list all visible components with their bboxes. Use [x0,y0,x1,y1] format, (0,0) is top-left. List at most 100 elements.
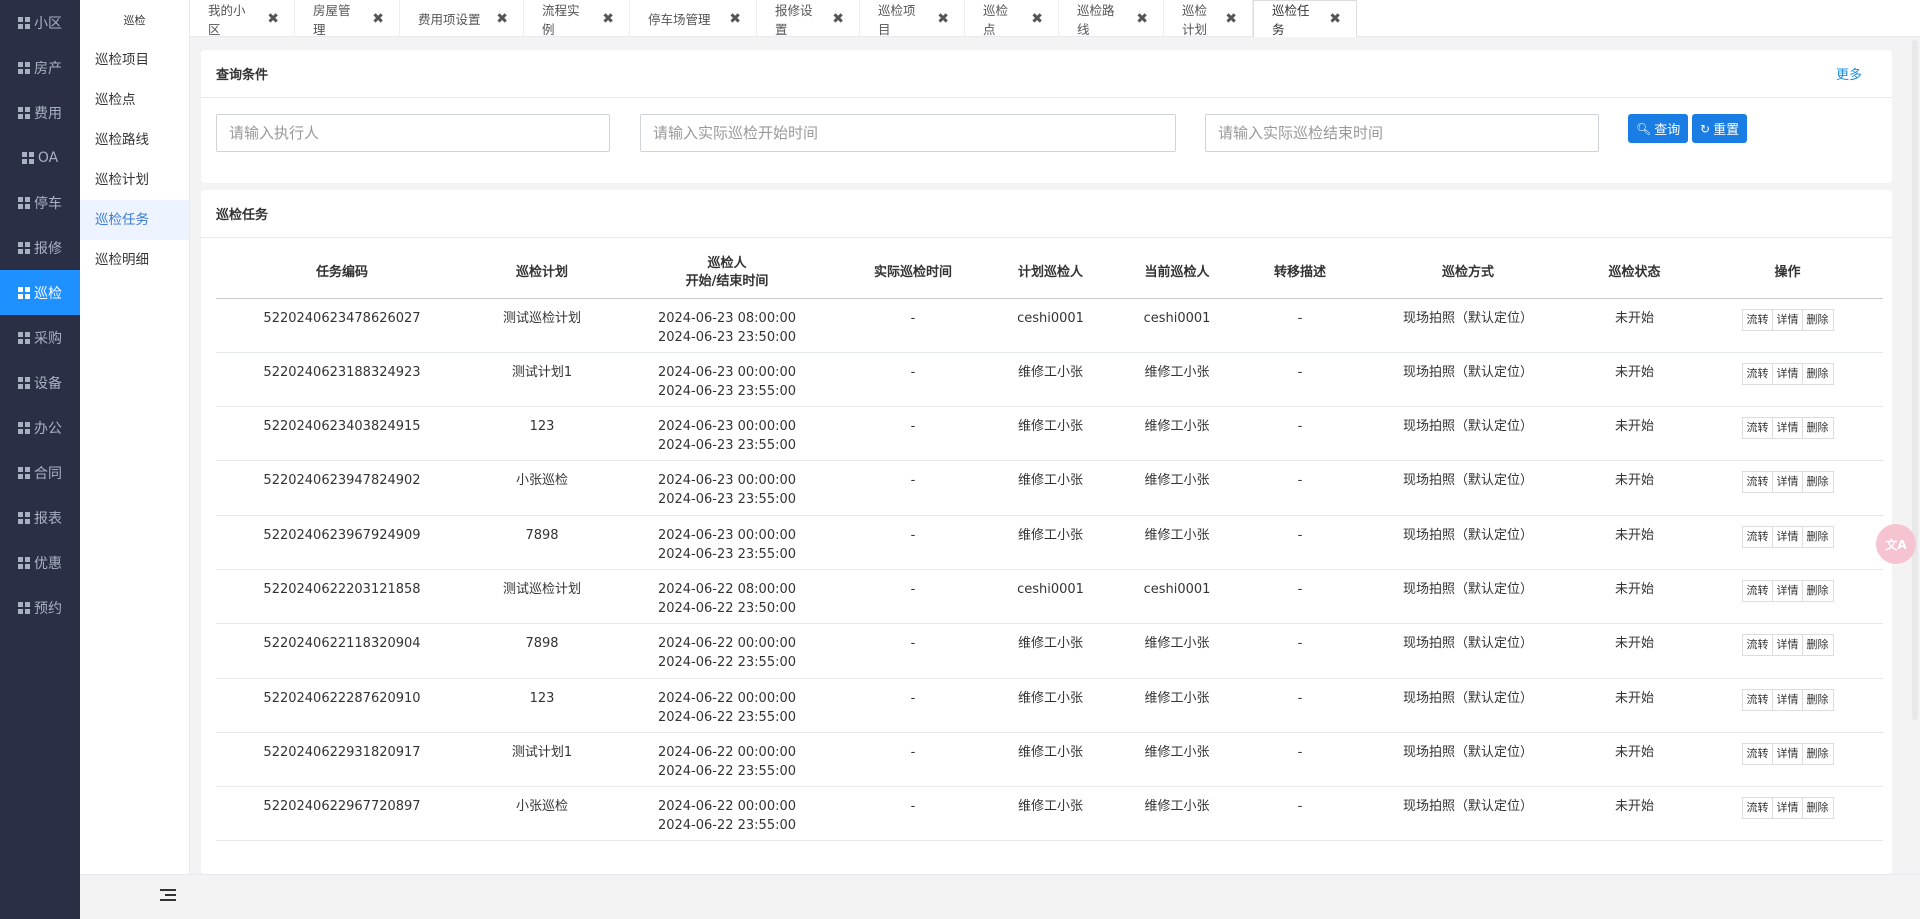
close-icon[interactable]: ✖ [1031,11,1043,27]
tab[interactable]: 费用项设置 ✖ [400,0,524,37]
sub-nav: 巡检 巡检项目 巡检点 巡检路线 巡检计划 巡检任务 巡检明细 [80,0,190,874]
tab[interactable]: 流程实例 ✖ [524,0,630,37]
sub-nav-item[interactable]: 巡检路线 [80,120,189,160]
transfer-button[interactable]: 流转 [1741,417,1774,440]
transfer-button[interactable]: 流转 [1741,634,1774,657]
tab[interactable]: 巡检路线 ✖ [1059,0,1164,37]
tab[interactable]: 巡检计划 ✖ [1164,0,1253,37]
transfer-button[interactable]: 流转 [1741,525,1774,548]
delete-button[interactable]: 删除 [1801,634,1834,657]
sub-nav-item[interactable]: 巡检明细 [80,240,189,280]
nav-item-label: 优惠 [34,555,62,572]
cell-actions: 流转 详情 删除 [1692,623,1883,679]
cell-start: 2024-06-22 00:00:00 [657,744,797,760]
close-icon[interactable]: ✖ [1329,11,1341,27]
close-icon[interactable]: ✖ [1225,11,1237,27]
close-icon[interactable]: ✖ [372,11,384,27]
cell-actual: - [838,786,988,842]
cell-end: 2024-06-22 23:55:00 [657,818,797,834]
sub-nav-item[interactable]: 巡检任务 [80,200,189,240]
nav-item-label: 费用 [34,105,62,122]
tab[interactable]: 巡检项目 ✖ [860,0,965,37]
more-link[interactable]: 更多 [1836,64,1862,83]
delete-button[interactable]: 删除 [1801,688,1834,711]
nav-item[interactable]: 办公 [0,405,80,450]
transfer-button[interactable]: 流转 [1741,471,1774,494]
delete-button[interactable]: 删除 [1801,471,1834,494]
close-icon[interactable]: ✖ [267,11,279,27]
nav-item[interactable]: 合同 [0,450,80,495]
sub-nav-item[interactable]: 巡检项目 [80,40,189,80]
transfer-button[interactable]: 流转 [1741,797,1774,820]
detail-button[interactable]: 详情 [1771,525,1804,548]
tab[interactable]: 房屋管理 ✖ [295,0,400,37]
delete-button[interactable]: 删除 [1801,742,1834,765]
reset-button[interactable]: ↻ 重置 [1692,114,1748,143]
search-button[interactable]: 🔍︎ 查询 [1628,114,1689,143]
tab[interactable]: 巡检任务 ✖ [1253,0,1357,37]
nav-item[interactable]: 设备 [0,360,80,405]
delete-button[interactable]: 删除 [1801,797,1834,820]
detail-button[interactable]: 详情 [1771,362,1804,385]
nav-item[interactable]: 费用 [0,90,80,135]
detail-button[interactable]: 详情 [1771,579,1804,602]
nav-item[interactable]: 报表 [0,495,80,540]
start-time-input[interactable] [640,114,1176,152]
cell-time: 2024-06-23 08:00:00 2024-06-23 23:50:00 [616,298,838,353]
tab[interactable]: 报修设置 ✖ [757,0,860,37]
close-icon[interactable]: ✖ [729,11,741,27]
tab[interactable]: 停车场管理 ✖ [630,0,757,37]
cell-status: 未开始 [1577,678,1692,733]
close-icon[interactable]: ✖ [496,11,508,27]
tab[interactable]: 巡检点 ✖ [965,0,1059,37]
cell-actual: - [838,352,988,408]
cell-time: 2024-06-23 00:00:00 2024-06-23 23:55:00 [616,406,838,462]
grid-icon [18,241,30,254]
transfer-button[interactable]: 流转 [1741,362,1774,385]
menu-collapse-icon[interactable] [160,889,176,905]
cell-actions: 流转 详情 删除 [1692,460,1883,516]
detail-button[interactable]: 详情 [1771,797,1804,820]
col-header-code: 任务编码 [216,248,468,299]
close-icon[interactable]: ✖ [1136,11,1148,27]
nav-item[interactable]: 采购 [0,315,80,360]
nav-item[interactable]: 巡检 [0,270,80,315]
delete-button[interactable]: 删除 [1801,417,1834,440]
tab[interactable]: 我的小区 ✖ [190,0,295,37]
close-icon[interactable]: ✖ [937,11,949,27]
detail-button[interactable]: 详情 [1771,471,1804,494]
detail-button[interactable]: 详情 [1771,688,1804,711]
nav-item[interactable]: OA [0,135,80,180]
end-time-input[interactable] [1205,114,1599,152]
sub-nav-item[interactable]: 巡检计划 [80,160,189,200]
nav-item[interactable]: 小区 [0,0,80,45]
delete-button[interactable]: 删除 [1801,362,1834,385]
detail-button[interactable]: 详情 [1771,308,1804,331]
translate-icon[interactable]: 文A [1876,524,1916,564]
nav-item[interactable]: 停车 [0,180,80,225]
cell-plan: 123 [468,406,616,462]
nav-item[interactable]: 报修 [0,225,80,270]
delete-button[interactable]: 删除 [1801,579,1834,602]
delete-button[interactable]: 删除 [1801,525,1834,548]
transfer-button[interactable]: 流转 [1741,308,1774,331]
cell-code: 5220240622203121858 [216,569,468,625]
executor-input[interactable] [216,114,610,152]
cell-actual: - [838,623,988,679]
scrollbar[interactable] [1912,40,1918,720]
close-icon[interactable]: ✖ [602,11,614,27]
cell-transfer: - [1241,786,1359,842]
detail-button[interactable]: 详情 [1771,634,1804,657]
nav-item[interactable]: 优惠 [0,540,80,585]
tab-label: 流程实例 [542,2,580,37]
transfer-button[interactable]: 流转 [1741,579,1774,602]
transfer-button[interactable]: 流转 [1741,688,1774,711]
transfer-button[interactable]: 流转 [1741,742,1774,765]
detail-button[interactable]: 详情 [1771,417,1804,440]
detail-button[interactable]: 详情 [1771,742,1804,765]
nav-item[interactable]: 房产 [0,45,80,90]
delete-button[interactable]: 删除 [1801,308,1834,331]
sub-nav-item[interactable]: 巡检点 [80,80,189,120]
close-icon[interactable]: ✖ [832,11,844,27]
nav-item[interactable]: 预约 [0,585,80,630]
